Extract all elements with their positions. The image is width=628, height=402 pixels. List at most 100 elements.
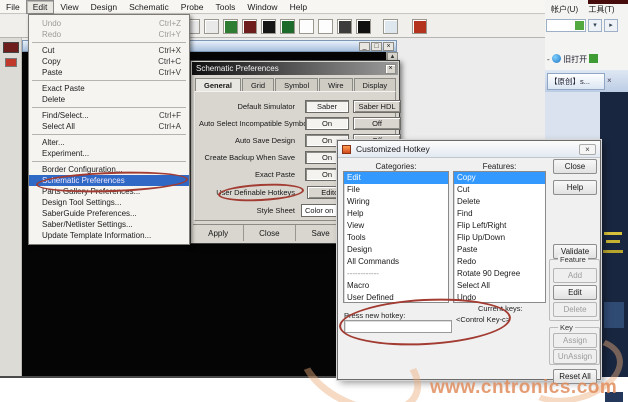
feature-delete-button[interactable]: Delete xyxy=(553,302,597,317)
menu-design[interactable]: Design xyxy=(85,1,123,13)
menu-item-undo[interactable]: UndoCtrl+Z xyxy=(29,18,189,29)
go-arrow-icon[interactable]: ▸ xyxy=(604,19,618,32)
tab-general[interactable]: General xyxy=(195,78,241,92)
list-item[interactable]: Help xyxy=(344,208,448,220)
reset-all-button[interactable]: Reset All xyxy=(553,369,597,384)
categories-listbox[interactable]: Edit File Wiring Help View Tools Design … xyxy=(343,171,449,303)
list-item[interactable]: Edit xyxy=(344,172,448,184)
list-item[interactable]: Redo xyxy=(454,256,545,268)
list-item[interactable]: Rotate 90 Degree xyxy=(454,268,545,280)
menu-item-select-all[interactable]: Select AllCtrl+A xyxy=(29,121,189,132)
browser-open-link[interactable]: - 旧打开 xyxy=(547,54,598,65)
grid-icon[interactable] xyxy=(261,19,276,34)
user-hotkeys-label: User Definable Hotkeys xyxy=(199,186,295,199)
saber-hdl-button[interactable]: Saber HDL xyxy=(353,100,401,113)
dialog-titlebar[interactable]: Schematic Preferences × xyxy=(192,62,398,75)
menu-help[interactable]: Help xyxy=(284,1,313,13)
close-icon[interactable]: × xyxy=(579,144,596,155)
auto-select-on-button[interactable]: On xyxy=(305,117,349,130)
tab-close-icon[interactable]: × xyxy=(607,76,612,85)
simulate-icon[interactable] xyxy=(337,19,352,34)
menu-item-saber-netlister-settings[interactable]: Saber/Netlister Settings... xyxy=(29,219,189,230)
list-item[interactable]: Flip Up/Down xyxy=(454,232,545,244)
sketch-tool-icon[interactable] xyxy=(3,42,19,53)
wire-icon[interactable] xyxy=(299,19,314,34)
tab-wire[interactable]: Wire xyxy=(319,78,352,91)
list-item[interactable]: Paste xyxy=(454,244,545,256)
feature-add-button[interactable]: Add xyxy=(553,268,597,283)
close-icon[interactable]: × xyxy=(385,64,396,74)
window-copy-icon[interactable] xyxy=(383,19,398,34)
auto-select-off-button[interactable]: Off xyxy=(353,117,401,130)
menu-item-schematic-preferences[interactable]: Schematic Preferences xyxy=(29,175,189,186)
feature-edit-button[interactable]: Edit xyxy=(553,285,597,300)
menu-item-saberguide-preferences[interactable]: SaberGuide Preferences... xyxy=(29,208,189,219)
menu-item-alter[interactable]: Alter... xyxy=(29,137,189,148)
list-item[interactable]: Select All xyxy=(454,280,545,292)
maximize-icon[interactable]: □ xyxy=(371,42,382,51)
menu-item-update-template-information[interactable]: Update Template Information... xyxy=(29,230,189,241)
menu-item-border-configuration[interactable]: Border Configuration... xyxy=(29,164,189,175)
menu-item-paste[interactable]: PasteCtrl+V xyxy=(29,67,189,78)
list-item[interactable]: Macro xyxy=(344,280,448,292)
chevron-down-icon[interactable]: ▾ xyxy=(588,19,602,32)
menu-item-parts-gallery-preferences[interactable]: Parts Gallery Preferences... xyxy=(29,186,189,197)
menu-item-copy[interactable]: CopyCtrl+C xyxy=(29,56,189,67)
menu-window[interactable]: Window xyxy=(241,1,283,13)
menu-item-delete[interactable]: Delete xyxy=(29,94,189,105)
list-item[interactable]: Find xyxy=(454,208,545,220)
list-item[interactable]: Tools xyxy=(344,232,448,244)
delete-icon[interactable] xyxy=(412,19,427,34)
menu-schematic[interactable]: Schematic xyxy=(123,1,175,13)
hotkey-close-button[interactable]: Close xyxy=(553,159,597,174)
menu-probe[interactable]: Probe xyxy=(175,1,210,13)
browser-menu-account[interactable]: 帐户(U) xyxy=(551,5,578,14)
close-button[interactable]: Close xyxy=(244,225,295,241)
bookmark-icon xyxy=(589,54,598,63)
help-button[interactable]: Help xyxy=(553,180,597,195)
apply-button[interactable]: Apply xyxy=(193,225,244,241)
browser-search-input[interactable] xyxy=(546,19,586,32)
list-item[interactable]: Design xyxy=(344,244,448,256)
minimize-icon[interactable]: _ xyxy=(359,42,370,51)
list-item[interactable]: File xyxy=(344,184,448,196)
menu-tools[interactable]: Tools xyxy=(209,1,241,13)
probe-icon[interactable] xyxy=(356,19,371,34)
pointer-tool-icon[interactable] xyxy=(5,58,17,67)
menu-item-cut[interactable]: CutCtrl+X xyxy=(29,45,189,56)
tab-grid[interactable]: Grid xyxy=(242,78,274,91)
key-assign-button[interactable]: Assign xyxy=(553,333,597,348)
key-unassign-button[interactable]: UnAssign xyxy=(553,349,597,364)
menu-view[interactable]: View xyxy=(54,1,84,13)
saber-button[interactable]: Saber xyxy=(305,100,349,113)
features-listbox[interactable]: Copy Cut Delete Find Flip Left/Right Fli… xyxy=(453,171,546,303)
menu-item-design-tool-settings[interactable]: Design Tool Settings... xyxy=(29,197,189,208)
library-icon[interactable] xyxy=(223,19,238,34)
press-new-hotkey-input[interactable] xyxy=(344,320,452,333)
menu-file[interactable]: File xyxy=(0,1,26,13)
browser-tab[interactable]: 【原创】s... xyxy=(547,73,605,90)
list-item[interactable]: Undo xyxy=(454,292,545,303)
menu-item-experiment[interactable]: Experiment... xyxy=(29,148,189,159)
tab-symbol[interactable]: Symbol xyxy=(275,78,318,91)
report-icon[interactable] xyxy=(242,19,257,34)
menu-edit[interactable]: Edit xyxy=(26,0,55,14)
list-item[interactable]: All Commands xyxy=(344,256,448,268)
dialog-titlebar[interactable]: Customized Hotkey × xyxy=(338,141,600,158)
symbol-icon[interactable] xyxy=(280,19,295,34)
close-icon[interactable]: × xyxy=(383,42,394,51)
list-item[interactable]: Delete xyxy=(454,196,545,208)
tab-display[interactable]: Display xyxy=(354,78,397,91)
zoom-out-icon[interactable] xyxy=(204,19,219,34)
menu-item-exact-paste[interactable]: Exact Paste xyxy=(29,83,189,94)
menu-item-redo[interactable]: RedoCtrl+Y xyxy=(29,29,189,40)
list-item[interactable]: View xyxy=(344,220,448,232)
list-item[interactable]: Copy xyxy=(454,172,545,184)
list-item[interactable]: Flip Left/Right xyxy=(454,220,545,232)
bus-icon[interactable] xyxy=(318,19,333,34)
menu-item-find-select[interactable]: Find/Select...Ctrl+F xyxy=(29,110,189,121)
list-item[interactable]: Cut xyxy=(454,184,545,196)
list-item[interactable]: Wiring xyxy=(344,196,448,208)
list-item[interactable]: User Defined xyxy=(344,292,448,303)
browser-menu-tools[interactable]: 工具(T) xyxy=(588,5,614,14)
